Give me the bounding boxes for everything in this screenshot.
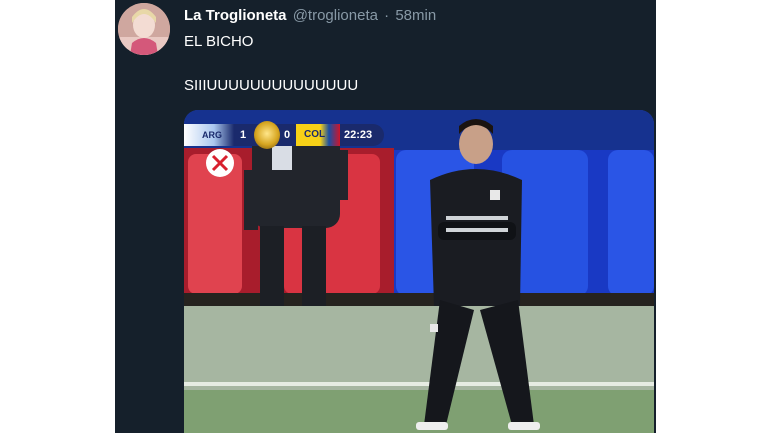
tweet-text-line-1: EL BICHO [184, 33, 254, 50]
tweet-text: EL BICHO SIIIUUUUUUUUUUUUUU [184, 33, 358, 95]
handle[interactable]: @troglioneta [293, 7, 378, 24]
avatar[interactable] [118, 3, 170, 55]
scoreboard-team-right: COL [296, 124, 340, 146]
scoreboard-score-right: 0 [284, 129, 291, 141]
avatar-image [118, 3, 170, 55]
scoreboard-score-left: 1 [240, 129, 247, 141]
tweet-media-image[interactable]: ARG 1 0 COL 22:23 [184, 110, 654, 433]
tweet-header: La Troglioneta @troglioneta · 58min [184, 7, 436, 24]
scoreboard-clock: 22:23 [344, 129, 373, 141]
separator-dot: · [384, 7, 390, 24]
scoreboard: ARG 1 0 COL 22:23 [184, 121, 384, 149]
tournament-logo-icon [254, 121, 280, 149]
display-name[interactable]: La Troglioneta [184, 7, 287, 24]
scoreboard-team-left: ARG [184, 124, 234, 146]
timestamp[interactable]: 58min [395, 7, 436, 24]
tweet-text-line-2: SIIIUUUUUUUUUUUUUU [184, 77, 359, 94]
stadium-photo [184, 110, 654, 433]
tweet-card[interactable]: La Troglioneta @troglioneta · 58min EL B… [115, 0, 656, 433]
